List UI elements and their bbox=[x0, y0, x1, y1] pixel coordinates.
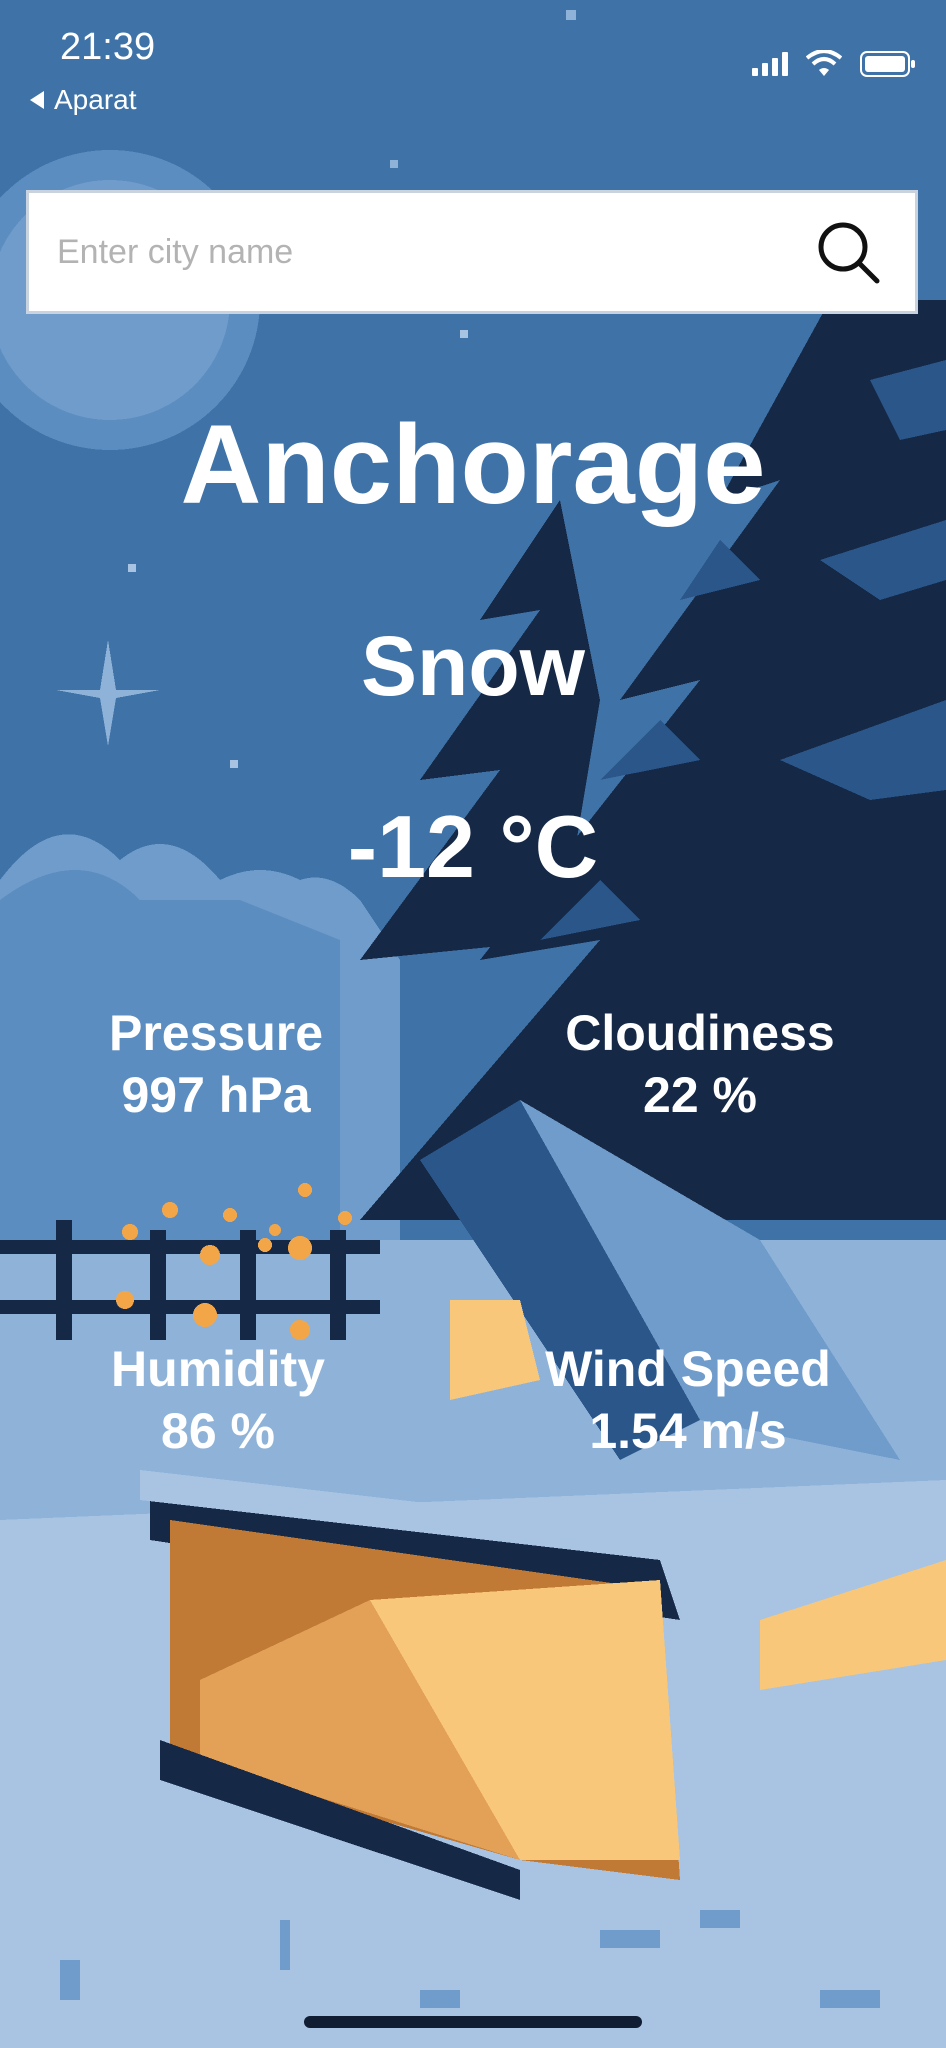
cloudiness-stat: Cloudiness 22 % bbox=[520, 1002, 880, 1126]
signal-icon bbox=[752, 52, 788, 76]
pressure-value: 997 hPa bbox=[121, 1067, 311, 1123]
wind-speed-stat: Wind Speed 1.54 m/s bbox=[508, 1338, 868, 1462]
cloudiness-label: Cloudiness bbox=[565, 1005, 835, 1061]
wifi-icon bbox=[806, 50, 842, 76]
pressure-label: Pressure bbox=[108, 1005, 324, 1061]
humidity-stat: Humidity 86 % bbox=[38, 1338, 398, 1462]
city-search-input[interactable] bbox=[55, 231, 803, 273]
weather-condition: Snow bbox=[361, 619, 585, 713]
wind-speed-label: Wind Speed bbox=[545, 1341, 831, 1397]
back-link-label: Aparat bbox=[54, 84, 137, 115]
pressure-stat: Pressure 997 hPa bbox=[36, 1002, 396, 1126]
status-icons bbox=[752, 50, 916, 78]
search-icon bbox=[818, 222, 880, 284]
cloudiness-value: 22 % bbox=[643, 1067, 757, 1123]
humidity-value: 86 % bbox=[161, 1403, 275, 1459]
search-bar bbox=[26, 190, 918, 314]
status-time: 21:39 bbox=[60, 26, 156, 68]
temperature: -12 °C bbox=[347, 797, 599, 896]
search-button[interactable] bbox=[803, 207, 893, 297]
humidity-label: Humidity bbox=[111, 1341, 325, 1397]
battery-icon bbox=[860, 51, 915, 77]
wind-speed-value: 1.54 m/s bbox=[589, 1403, 787, 1459]
back-arrow-icon bbox=[30, 91, 44, 109]
city-name: Anchorage bbox=[180, 402, 766, 527]
back-to-app-link[interactable]: Aparat bbox=[30, 84, 137, 116]
home-indicator[interactable] bbox=[304, 2016, 642, 2028]
